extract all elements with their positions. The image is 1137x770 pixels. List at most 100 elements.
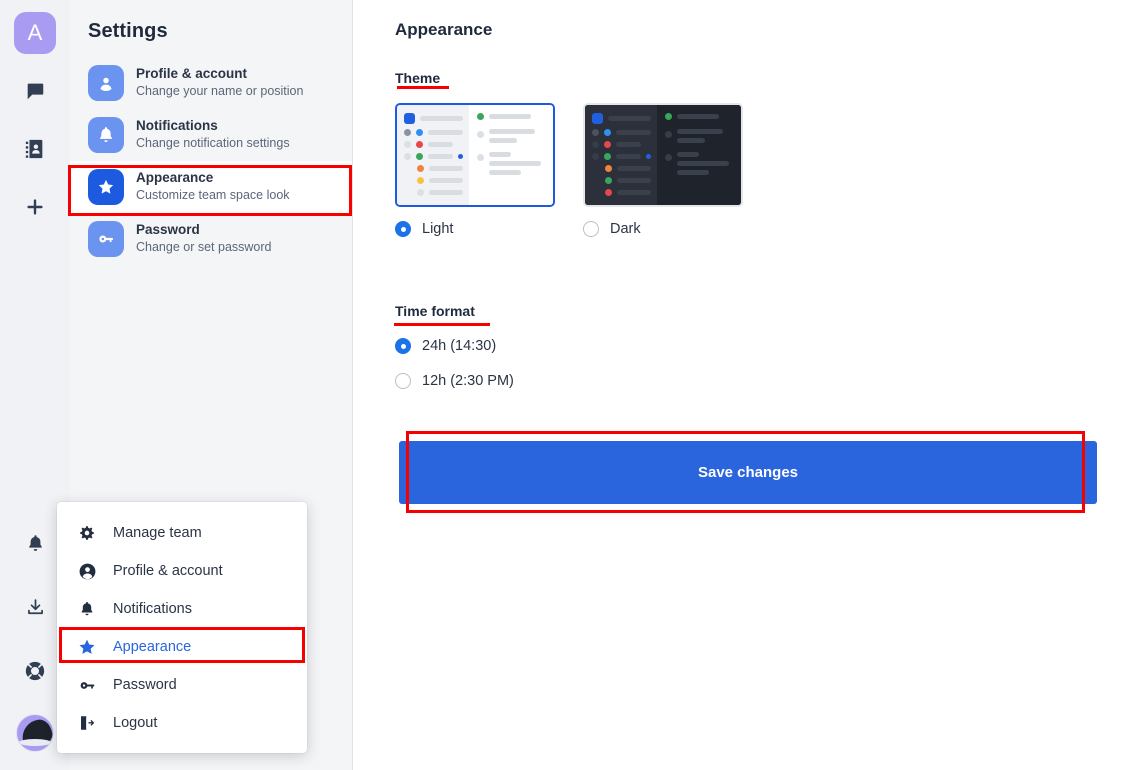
preview-bar [429, 178, 463, 183]
preview-bar [676, 170, 709, 175]
preview-dot [404, 153, 411, 160]
light-theme-preview[interactable] [395, 103, 555, 207]
preview-bar [676, 114, 719, 119]
preview-dot [476, 154, 484, 161]
preview-bar [488, 161, 541, 166]
menu-item-password[interactable]: Password [57, 666, 307, 704]
avatar-base [19, 739, 51, 746]
preview-bar [608, 116, 651, 121]
page-title: Appearance [395, 20, 493, 39]
preview-bar [676, 138, 705, 143]
theme-options: Light Dark [395, 103, 1137, 237]
preview-dot [605, 189, 612, 196]
theme-option-label: Light [422, 221, 454, 237]
menu-item-appearance[interactable]: Appearance [57, 628, 307, 666]
preview-dot [476, 113, 484, 120]
theme-option-dark[interactable]: Dark [583, 103, 743, 237]
time-format-section: Time format 24h (14:30) 12h (2:30 PM) [395, 303, 514, 389]
menu-item-label: Notifications [113, 601, 192, 617]
menu-item-label: Manage team [113, 525, 202, 541]
theme-option-light[interactable]: Light [395, 103, 555, 237]
download-icon[interactable] [14, 586, 56, 628]
preview-bar [420, 116, 463, 121]
bell-icon[interactable] [14, 522, 56, 564]
preview-sidebar [397, 105, 469, 205]
preview-bar [428, 142, 453, 147]
menu-item-manage-team[interactable]: Manage team [57, 514, 307, 552]
preview-bar [429, 190, 463, 195]
preview-bar [488, 138, 517, 143]
person-icon [77, 562, 97, 581]
theme-radio-light[interactable]: Light [395, 221, 555, 237]
preview-bar [616, 142, 641, 147]
radio-dark[interactable] [583, 221, 599, 237]
settings-item-text: Profile & account Change your name or po… [136, 66, 303, 100]
gear-icon [77, 524, 97, 542]
preview-bar [488, 129, 535, 134]
preview-dot [604, 153, 611, 160]
save-changes-button[interactable]: Save changes [399, 441, 1097, 504]
preview-bar [429, 166, 463, 171]
preview-bar [488, 170, 521, 175]
dark-theme-preview[interactable] [583, 103, 743, 207]
account-context-menu: Manage team Profile & account Notificati… [57, 502, 307, 753]
radio-12h[interactable] [395, 373, 411, 389]
preview-dot [592, 153, 599, 160]
theme-radio-dark[interactable]: Dark [583, 221, 743, 237]
settings-item-profile-account[interactable]: Profile & account Change your name or po… [70, 57, 352, 109]
time-format-option-label: 12h (2:30 PM) [422, 373, 514, 389]
preview-bar [617, 166, 651, 171]
preview-dot [664, 113, 672, 120]
key-icon [77, 676, 97, 695]
settings-title: Settings [88, 20, 168, 42]
settings-item-text: Notifications Change notification settin… [136, 118, 290, 152]
radio-light[interactable] [395, 221, 411, 237]
menu-item-notifications[interactable]: Notifications [57, 590, 307, 628]
preview-bar [676, 129, 723, 134]
contacts-icon[interactable] [14, 128, 56, 170]
settings-item-label: Profile & account [136, 66, 248, 82]
star-icon [77, 637, 97, 657]
preview-bar [488, 152, 511, 157]
preview-lines [676, 152, 729, 175]
settings-item-notifications[interactable]: Notifications Change notification settin… [70, 109, 352, 161]
preview-dot [605, 165, 612, 172]
settings-item-sublabel: Change notification settings [136, 136, 290, 151]
settings-item-appearance[interactable]: Appearance Customize team space look [70, 161, 352, 213]
preview-dot [416, 129, 423, 136]
chat-icon[interactable] [14, 70, 56, 112]
preview-bar [428, 130, 463, 135]
theme-section-label: Theme [395, 70, 441, 86]
time-format-option-12h[interactable]: 12h (2:30 PM) [395, 373, 514, 389]
menu-item-logout[interactable]: Logout [57, 704, 307, 742]
plus-icon[interactable] [14, 186, 56, 228]
user-avatar[interactable] [16, 714, 54, 752]
preview-dot [664, 131, 672, 138]
preview-dot [417, 165, 424, 172]
preview-dot [404, 141, 411, 148]
preview-bar [428, 154, 453, 159]
menu-item-profile-account[interactable]: Profile & account [57, 552, 307, 590]
theme-option-label: Dark [610, 221, 641, 237]
key-icon [88, 221, 124, 257]
preview-unread-dot [645, 154, 651, 159]
radio-24h[interactable] [395, 338, 411, 354]
preview-dot [605, 177, 612, 184]
lifebuoy-help-icon[interactable] [14, 650, 56, 692]
settings-item-sublabel: Change or set password [136, 240, 272, 255]
preview-dot [417, 189, 424, 196]
time-format-option-label: 24h (14:30) [422, 338, 497, 354]
settings-item-sublabel: Change your name or position [136, 84, 304, 99]
preview-content [656, 105, 741, 205]
preview-dot [664, 154, 672, 161]
settings-item-sublabel: Customize team space look [136, 188, 290, 203]
settings-item-password[interactable]: Password Change or set password [70, 213, 352, 265]
workspace-avatar[interactable]: A [14, 12, 56, 54]
time-format-option-24h[interactable]: 24h (14:30) [395, 338, 514, 354]
preview-bar [488, 114, 531, 119]
menu-item-label: Profile & account [113, 563, 223, 579]
preview-logo [404, 113, 415, 124]
rail-bottom-group [14, 500, 56, 770]
menu-item-label: Password [113, 677, 177, 693]
preview-logo [592, 113, 603, 124]
